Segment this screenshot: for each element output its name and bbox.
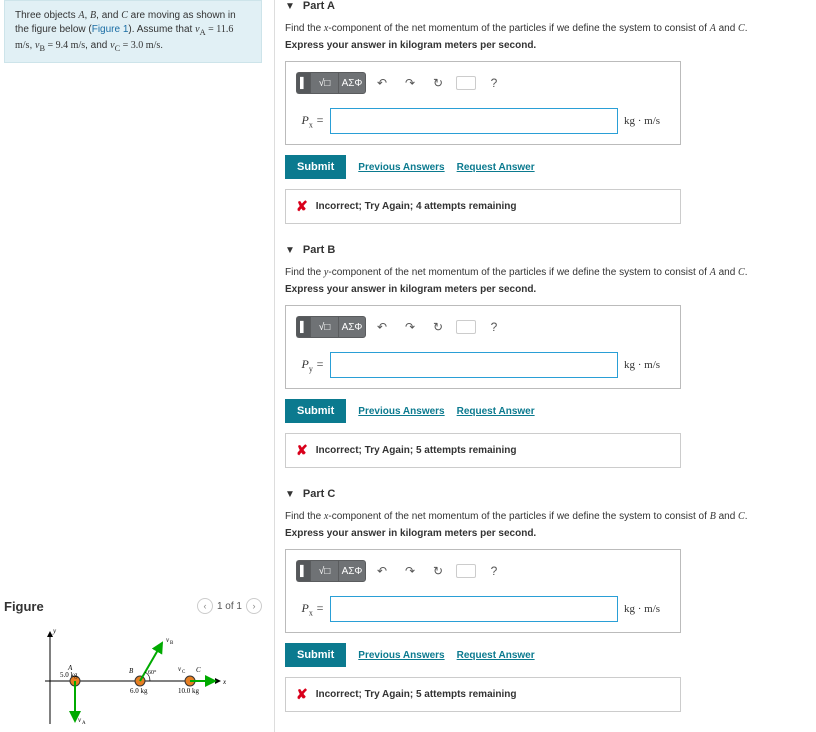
answer-panel: ▌ √□ ΑΣΦ ↶ ↷ ↻ ? Px = kg · m/s (285, 61, 681, 145)
feedback-text: Incorrect; Try Again; 4 attempts remaini… (316, 201, 517, 212)
incorrect-icon: ✘ (296, 198, 308, 215)
part-instruction: Express your answer in kilogram meters p… (285, 528, 816, 539)
svg-text:60°: 60° (148, 669, 157, 676)
svg-text:A: A (82, 721, 86, 726)
figure-title: Figure (4, 599, 44, 614)
help-button[interactable]: ? (482, 72, 506, 94)
help-button[interactable]: ? (482, 316, 506, 338)
request-answer-link[interactable]: Request Answer (457, 650, 535, 661)
answer-label: Px = (296, 113, 324, 129)
keyboard-icon[interactable] (454, 560, 478, 582)
answer-unit: kg · m/s (624, 359, 670, 371)
help-button[interactable]: ? (482, 560, 506, 582)
incorrect-icon: ✘ (296, 686, 308, 703)
submit-button[interactable]: Submit (285, 643, 346, 667)
redo-button[interactable]: ↷ (398, 316, 422, 338)
greek-button[interactable]: ΑΣΦ (338, 560, 366, 582)
figure-panel: Figure ‹ 1 of 1 › (4, 598, 262, 730)
svg-text:5.0 kg: 5.0 kg (60, 671, 78, 679)
collapse-caret-icon[interactable]: ▼ (285, 489, 295, 500)
previous-answers-link[interactable]: Previous Answers (358, 406, 444, 417)
request-answer-link[interactable]: Request Answer (457, 406, 535, 417)
figure-prev-button[interactable]: ‹ (197, 598, 213, 614)
equation-toolbar: ▌ √□ ΑΣΦ ↶ ↷ ↻ ? (296, 316, 670, 338)
answer-panel: ▌ √□ ΑΣΦ ↶ ↷ ↻ ? Px = kg · m/s (285, 549, 681, 633)
answer-input[interactable] (330, 352, 618, 378)
part-instruction: Express your answer in kilogram meters p… (285, 40, 816, 51)
undo-button[interactable]: ↶ (370, 560, 394, 582)
svg-text:y: y (52, 627, 57, 635)
templates-button[interactable]: ▌ (296, 560, 310, 582)
figure-diagram: x y A 5.0 kg vA B 6.0 kg 60° vB (4, 622, 262, 730)
sqrt-button[interactable]: √□ (310, 72, 338, 94)
part-prompt: Find the y-component of the net momentum… (285, 266, 816, 280)
answer-panel: ▌ √□ ΑΣΦ ↶ ↷ ↻ ? Py = kg · m/s (285, 305, 681, 389)
equation-toolbar: ▌ √□ ΑΣΦ ↶ ↷ ↻ ? (296, 560, 670, 582)
part-title: Part B (303, 244, 335, 256)
answer-unit: kg · m/s (624, 115, 670, 127)
part-block: ▼ Part A Find the x-component of the net… (285, 0, 816, 224)
redo-button[interactable]: ↷ (398, 72, 422, 94)
svg-text:C: C (182, 670, 186, 675)
keyboard-icon[interactable] (454, 72, 478, 94)
greek-button[interactable]: ΑΣΦ (338, 72, 366, 94)
reset-button[interactable]: ↻ (426, 316, 450, 338)
greek-button[interactable]: ΑΣΦ (338, 316, 366, 338)
part-block: ▼ Part C Find the x-component of the net… (285, 488, 816, 712)
feedback-text: Incorrect; Try Again; 5 attempts remaini… (316, 689, 517, 700)
sqrt-button[interactable]: √□ (310, 316, 338, 338)
svg-text:10.0 kg: 10.0 kg (178, 687, 200, 695)
figure-pager: 1 of 1 (217, 601, 242, 612)
part-block: ▼ Part B Find the y-component of the net… (285, 244, 816, 468)
previous-answers-link[interactable]: Previous Answers (358, 162, 444, 173)
reset-button[interactable]: ↻ (426, 560, 450, 582)
collapse-caret-icon[interactable]: ▼ (285, 245, 295, 256)
undo-button[interactable]: ↶ (370, 316, 394, 338)
reset-button[interactable]: ↻ (426, 72, 450, 94)
svg-text:6.0 kg: 6.0 kg (130, 687, 148, 695)
part-title: Part A (303, 0, 335, 12)
submit-button[interactable]: Submit (285, 155, 346, 179)
answer-input[interactable] (330, 596, 618, 622)
answer-input[interactable] (330, 108, 618, 134)
undo-button[interactable]: ↶ (370, 72, 394, 94)
part-prompt: Find the x-component of the net momentum… (285, 22, 816, 36)
feedback-panel: ✘ Incorrect; Try Again; 4 attempts remai… (285, 189, 681, 224)
incorrect-icon: ✘ (296, 442, 308, 459)
previous-answers-link[interactable]: Previous Answers (358, 650, 444, 661)
templates-button[interactable]: ▌ (296, 72, 310, 94)
templates-button[interactable]: ▌ (296, 316, 310, 338)
answer-label: Py = (296, 357, 324, 373)
equation-toolbar: ▌ √□ ΑΣΦ ↶ ↷ ↻ ? (296, 72, 670, 94)
request-answer-link[interactable]: Request Answer (457, 162, 535, 173)
feedback-text: Incorrect; Try Again; 5 attempts remaini… (316, 445, 517, 456)
keyboard-icon[interactable] (454, 316, 478, 338)
figure-link[interactable]: Figure 1 (92, 24, 129, 35)
answer-label: Px = (296, 601, 324, 617)
redo-button[interactable]: ↷ (398, 560, 422, 582)
svg-text:C: C (196, 666, 201, 674)
svg-text:B: B (170, 641, 174, 646)
submit-button[interactable]: Submit (285, 399, 346, 423)
part-title: Part C (303, 488, 335, 500)
svg-text:x: x (222, 678, 227, 686)
sqrt-button[interactable]: √□ (310, 560, 338, 582)
part-instruction: Express your answer in kilogram meters p… (285, 284, 816, 295)
answer-unit: kg · m/s (624, 603, 670, 615)
feedback-panel: ✘ Incorrect; Try Again; 5 attempts remai… (285, 433, 681, 468)
part-prompt: Find the x-component of the net momentum… (285, 510, 816, 524)
svg-text:B: B (129, 667, 134, 675)
collapse-caret-icon[interactable]: ▼ (285, 1, 295, 12)
figure-next-button[interactable]: › (246, 598, 262, 614)
problem-statement: Three objects A, B, and C are moving as … (4, 0, 262, 63)
